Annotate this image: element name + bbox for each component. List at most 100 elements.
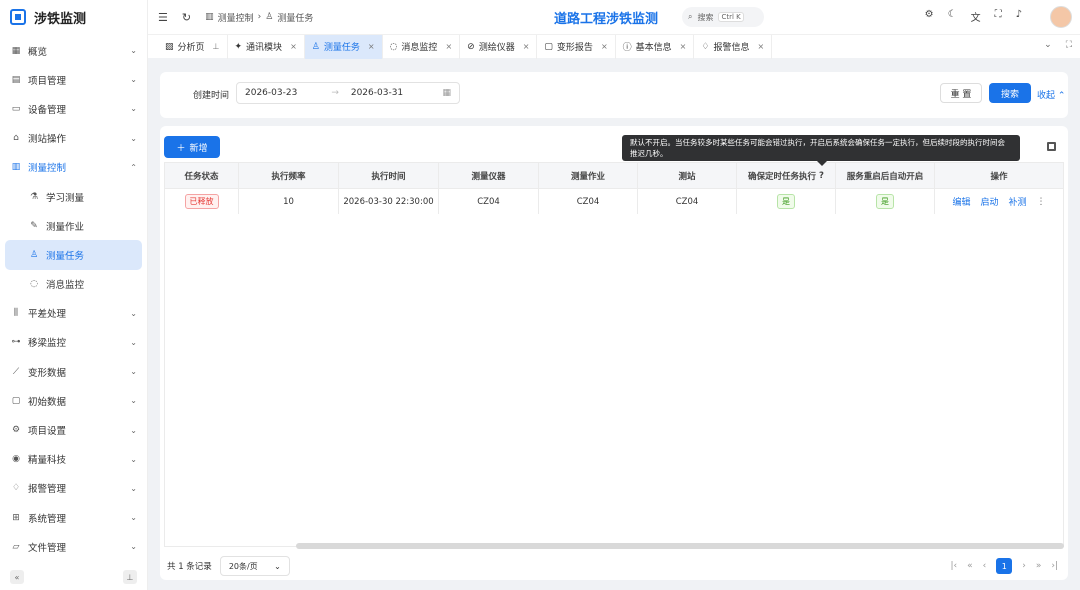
prev-page-icon[interactable]: ‹ — [983, 561, 987, 571]
horizontal-scrollbar[interactable] — [296, 543, 1064, 549]
next-page-icon[interactable]: › — [1022, 561, 1026, 571]
pin-icon[interactable]: ⊥ — [123, 570, 137, 584]
edit-link[interactable]: 编辑 — [952, 195, 970, 208]
tab-analysis[interactable]: ▨ 分析页 ⊥ — [158, 34, 228, 59]
translate-icon[interactable]: 文 — [971, 9, 981, 24]
menu-icon[interactable]: ☰ — [158, 11, 168, 24]
chevron-down-icon: ⌄ — [130, 133, 137, 143]
search-button[interactable]: 搜索 — [989, 83, 1031, 103]
col-exec-time[interactable]: 执行时间 — [339, 163, 439, 188]
last-page-icon[interactable]: ›| — [1051, 561, 1058, 571]
sidebar-item-beam-monitor[interactable]: ⊶ 移梁监控 ⌄ — [0, 328, 147, 357]
sidebar-item-learn-measure[interactable]: ⚗ 学习测量 — [0, 182, 147, 211]
collapse-sidebar-icon[interactable]: « — [10, 570, 24, 584]
first-page-icon[interactable]: |‹ — [950, 561, 957, 571]
sidebar-item-initial-data[interactable]: ▢ 初始数据 ⌄ — [0, 386, 147, 415]
sidebar-item-system-management[interactable]: ⊞ 系统管理 ⌄ — [0, 503, 147, 532]
sidebar-item-adjustment[interactable]: ⫼ 平差处理 ⌄ — [0, 299, 147, 328]
close-icon[interactable]: × — [290, 42, 297, 51]
breadcrumb-item[interactable]: 测量控制 — [218, 11, 254, 24]
sidebar-item-label: 项目设置 — [28, 426, 67, 438]
sidebar-item-file-management[interactable]: ▱ 文件管理 ⌄ — [0, 532, 147, 561]
sidebar-footer: « ⊥ — [0, 564, 147, 590]
gear-icon: ⚙ — [11, 425, 21, 436]
collapse-link[interactable]: 收起 ⌃ — [1037, 88, 1065, 101]
cell-actions: 编辑 启动 补测 ⋮ — [935, 189, 1063, 214]
sidebar-item-station-ops[interactable]: ⌂ 测站操作 ⌄ — [0, 124, 147, 153]
bell-icon[interactable]: ♪ — [1016, 9, 1022, 24]
tab-alarm-info[interactable]: ♢ 报警信息 × — [694, 34, 773, 59]
col-auto-start[interactable]: 服务重启后自动开启 — [836, 163, 935, 188]
compass-icon: ⊘ — [467, 41, 475, 52]
add-button[interactable]: ＋新增 — [164, 136, 220, 158]
page-number-current[interactable]: 1 — [996, 558, 1013, 574]
start-date[interactable]: 2026-03-23 — [245, 88, 297, 98]
refresh-icon[interactable]: ↻ — [182, 11, 191, 24]
tab-deform-report[interactable]: ▢ 变形报告 × — [537, 34, 616, 59]
tab-label: 通讯模块 — [246, 43, 283, 53]
maximize-icon[interactable]: ⛶ — [1066, 40, 1072, 50]
sidebar-item-overview[interactable]: ▦ 概览 ⌄ — [0, 36, 147, 65]
search-input[interactable]: ⌕ 搜索 Ctrl K — [682, 7, 764, 27]
close-icon[interactable]: × — [368, 42, 375, 51]
chart-box-icon: ▥ — [11, 162, 21, 173]
avatar[interactable] — [1050, 6, 1072, 28]
tab-basic-info[interactable]: ⓘ 基本信息 × — [616, 34, 695, 59]
col-job[interactable]: 测量作业 — [539, 163, 638, 188]
column-settings-icon[interactable] — [1047, 142, 1056, 151]
sidebar-item-project-settings[interactable]: ⚙ 项目设置 ⌄ — [0, 415, 147, 444]
tab-instrument[interactable]: ⊘ 测绘仪器 × — [460, 34, 538, 59]
close-icon[interactable]: × — [680, 42, 687, 51]
col-frequency[interactable]: 执行频率 — [239, 163, 339, 188]
date-range-picker[interactable]: 2026-03-23 → 2026-03-31 ▦ — [236, 82, 460, 104]
plus-icon: ＋ — [176, 143, 186, 154]
tab-measure-task[interactable]: ♙ 测量任务 × — [304, 34, 383, 59]
tab-comm-module[interactable]: ✦ 通讯模块 × — [228, 34, 305, 59]
col-ensure[interactable]: 确保定时任务执行 ? — [737, 163, 836, 188]
more-icon[interactable]: ⋮ — [1037, 197, 1046, 207]
tab-message-monitor[interactable]: ◌ 消息监控 × — [383, 34, 461, 59]
end-date[interactable]: 2026-03-31 — [351, 88, 403, 98]
remeasure-link[interactable]: 补测 — [1009, 195, 1027, 208]
brand-title: 道路工程涉铁监测 — [554, 12, 659, 27]
breadcrumb-item[interactable]: 测量任务 — [277, 11, 313, 24]
sidebar-item-device-management[interactable]: ▭ 设备管理 ⌄ — [0, 94, 147, 123]
start-link[interactable]: 启动 — [980, 195, 998, 208]
pin-icon[interactable]: ⊥ — [213, 42, 220, 51]
close-icon[interactable]: × — [523, 42, 530, 51]
sidebar-item-project-management[interactable]: ▤ 项目管理 ⌄ — [0, 65, 147, 94]
sidebar-item-alarm-management[interactable]: ♢ 报警管理 ⌄ — [0, 474, 147, 503]
sidebar-item-deformation-data[interactable]: ⟋ 变形数据 ⌄ — [0, 357, 147, 386]
next-jump-icon[interactable]: » — [1036, 561, 1042, 571]
calendar-icon[interactable]: ▦ — [442, 88, 451, 98]
reset-button[interactable]: 重 置 — [940, 83, 982, 103]
chevron-down-icon[interactable]: ⌄ — [1044, 40, 1052, 50]
close-icon[interactable]: × — [601, 42, 608, 51]
fullscreen-icon[interactable]: ⛶ — [995, 9, 1002, 24]
sidebar-item-label: 测量控制 — [28, 163, 67, 175]
help-icon[interactable]: ? — [819, 171, 824, 181]
col-status[interactable]: 任务状态 — [165, 163, 239, 188]
page-size-value: 20条/页 — [228, 561, 258, 571]
moon-icon[interactable]: ☾ — [948, 9, 957, 24]
filter-panel: 创建时间 2026-03-23 → 2026-03-31 ▦ 重 置 搜索 收起… — [160, 72, 1068, 118]
sidebar-item-jingliang[interactable]: ◉ 精量科技 ⌄ — [0, 445, 147, 474]
close-icon[interactable]: × — [757, 42, 764, 51]
close-icon[interactable]: × — [445, 42, 452, 51]
cell-status: 已释放 — [165, 189, 239, 214]
pagination: |‹ « ‹ 1 › » ›| — [950, 558, 1058, 574]
sidebar-item-measure-job[interactable]: ✎ 测量作业 — [0, 211, 147, 240]
ensure-badge: 是 — [777, 194, 795, 209]
alarm-icon: ♢ — [11, 483, 21, 494]
prev-jump-icon[interactable]: « — [967, 561, 973, 571]
col-station[interactable]: 测站 — [638, 163, 737, 188]
page-size-select[interactable]: 20条/页 ⌄ — [219, 556, 290, 576]
sidebar-item-measure-task[interactable]: ♙ 测量任务 — [5, 240, 142, 270]
col-instrument[interactable]: 测量仪器 — [439, 163, 539, 188]
sidebar-item-message-monitor[interactable]: ◌ 消息监控 — [0, 270, 147, 299]
chat-icon: ◌ — [30, 279, 38, 290]
sidebar-item-measure-control[interactable]: ▥ 测量控制 ⌃ — [0, 153, 147, 182]
settings-icon[interactable]: ⚙ — [925, 9, 934, 24]
chevron-down-icon: ⌄ — [130, 425, 137, 435]
logo[interactable]: 涉铁监测 — [0, 0, 147, 34]
